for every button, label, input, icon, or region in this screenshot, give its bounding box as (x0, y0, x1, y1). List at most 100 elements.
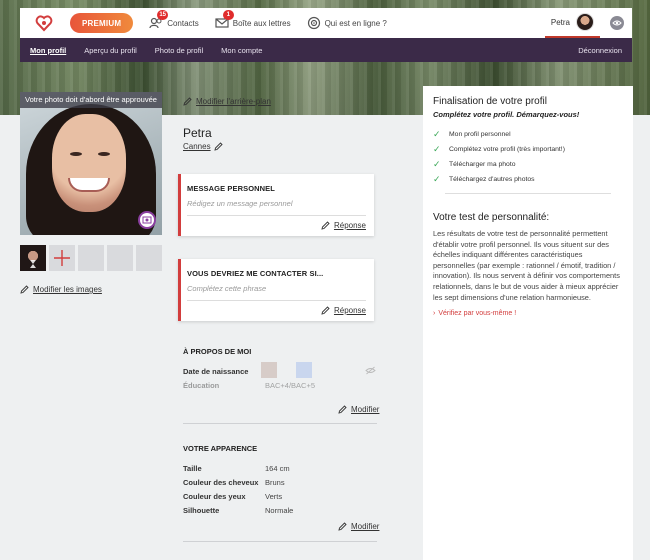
about-me-title: À PROPOS DE MOI (183, 347, 252, 356)
checklist-label: Complétez votre profil (très important!) (449, 146, 565, 153)
row-key: Taille (183, 464, 202, 473)
nav-mailbox[interactable]: 1 Boîte aux lettres (215, 10, 291, 30)
row-value: Bruns (265, 478, 285, 487)
empty-photo-slot[interactable] (78, 245, 104, 271)
row-key: Date de naissance (183, 367, 249, 376)
logout-link[interactable]: Déconnexion (578, 46, 622, 55)
about-row-birthdate: Date de naissance (183, 367, 265, 376)
modify-background-link[interactable]: Modifier l'arrière-plan (183, 97, 271, 106)
pencil-icon (213, 142, 223, 151)
profile-name: Petra (183, 126, 212, 140)
modify-about-link[interactable]: Modifier (338, 405, 379, 414)
pencil-icon (338, 405, 347, 414)
verify-label: Vérifiez par vous-même ! (438, 310, 517, 318)
divider (445, 193, 611, 194)
modify-label: Modifier (351, 405, 380, 414)
card-placeholder: Rédigez un message personnel (187, 199, 366, 216)
subnav-profile-photo[interactable]: Photo de profil (155, 38, 203, 62)
row-key: Éducation (183, 381, 220, 390)
subnav-profile-preview[interactable]: Aperçu du profil (84, 38, 137, 62)
card-placeholder: Complétez cette phrase (187, 284, 366, 301)
mailbox-label: Boîte aux lettres (232, 18, 291, 28)
photo-thumbnails (20, 245, 162, 271)
row-value: BAC+4/BAC+5 (265, 381, 316, 390)
divider (183, 541, 377, 542)
user-menu[interactable]: Petra (544, 8, 600, 38)
card-title: VOUS DEVRIEZ ME CONTACTER SI... (187, 269, 324, 278)
contacts-label: Contacts (167, 18, 199, 28)
divider (183, 423, 377, 424)
appearance-row-hair: Couleur des cheveux Bruns (183, 478, 285, 487)
completion-title: Finalisation de votre profil (433, 96, 547, 107)
card-title: MESSAGE PERSONNEL (187, 184, 275, 193)
profile-subnav: Mon profil Aperçu du profil Photo de pro… (20, 38, 632, 62)
row-key: Couleur des yeux (183, 492, 246, 501)
appearance-row-height: Taille 164 cm (183, 464, 290, 473)
modify-images-label: Modifier les images (33, 285, 102, 294)
check-icon: ✓ (433, 174, 441, 184)
photo-eye (70, 152, 82, 156)
nav-online[interactable]: Qui est en ligne ? (307, 16, 387, 30)
check-icon: ✓ (433, 159, 441, 169)
reply-label: Réponse (333, 221, 366, 230)
checklist-item[interactable]: ✓ Télécharger ma photo (433, 159, 623, 170)
photo-edit-icon[interactable] (138, 211, 156, 229)
subnav-my-account[interactable]: Mon compte (221, 38, 262, 62)
checklist-item[interactable]: ✓ Complétez votre profil (très important!… (433, 144, 623, 155)
color-swatch (296, 362, 312, 378)
row-key: Couleur des cheveux (183, 478, 259, 487)
user-name: Petra (550, 17, 570, 27)
empty-photo-slot[interactable] (107, 245, 133, 271)
reply-link[interactable]: Réponse (187, 306, 366, 315)
modify-images-link[interactable]: Modifier les images (20, 285, 102, 294)
personality-test-description: Les résultats de votre test de personnal… (433, 229, 620, 302)
modify-background-label: Modifier l'arrière-plan (196, 97, 271, 106)
top-navigation-bar: PREMIUM 15 Contacts 1 Boîte aux lettres … (20, 8, 632, 38)
avatar (576, 13, 594, 31)
profile-photo[interactable]: Votre photo doit d'abord être approuvée (20, 92, 162, 235)
completion-checklist: ✓ Mon profil personnel ✓ Complétez votre p… (433, 129, 623, 185)
row-key: Silhouette (183, 506, 220, 515)
photo-thumbnail[interactable] (20, 245, 46, 271)
photo-eye (98, 152, 110, 156)
pencil-icon (183, 97, 192, 106)
pencil-icon (20, 285, 29, 294)
modify-appearance-link[interactable]: Modifier (338, 522, 379, 531)
mailbox-count-badge: 1 (222, 10, 234, 20)
hidden-eye-icon[interactable] (365, 366, 376, 377)
checklist-item[interactable]: ✓ Téléchargez d'autres photos (433, 174, 623, 185)
reply-link[interactable]: Réponse (187, 221, 366, 230)
about-row-education: Éducation BAC+4/BAC+5 (183, 381, 315, 390)
pencil-icon (338, 522, 347, 531)
profile-completion-panel: Finalisation de votre profil Complétez v… (423, 86, 633, 560)
checklist-item[interactable]: ✓ Mon profil personnel (433, 129, 623, 140)
appearance-title: VOTRE APPARENCE (183, 444, 258, 453)
checklist-label: Téléchargez d'autres photos (449, 176, 535, 183)
online-label: Qui est en ligne ? (324, 18, 387, 28)
row-value: Verts (265, 492, 283, 501)
subnav-my-profile[interactable]: Mon profil (30, 38, 66, 62)
check-icon: ✓ (433, 144, 441, 154)
empty-photo-slot[interactable] (136, 245, 162, 271)
verify-link[interactable]: › Vérifiez par vous-même ! (433, 310, 623, 317)
photo-face (52, 114, 126, 212)
check-icon: ✓ (433, 129, 441, 139)
chevron-right-icon: › (433, 310, 436, 318)
personal-message-card[interactable]: MESSAGE PERSONNEL Rédigez un message per… (178, 174, 374, 236)
contacts-icon: 15 (149, 10, 169, 30)
checklist-label: Mon profil personnel (449, 131, 511, 138)
heart-logo-icon[interactable] (34, 13, 54, 33)
reply-label: Réponse (333, 306, 366, 315)
modify-label: Modifier (351, 522, 380, 531)
nav-contacts[interactable]: 15 Contacts (149, 10, 199, 30)
visibility-eye-icon[interactable] (610, 16, 624, 30)
row-value: Normale (265, 506, 294, 515)
completion-subtitle: Complétez votre profil. Démarquez-vous! (433, 110, 580, 119)
checklist-label: Télécharger ma photo (449, 161, 516, 168)
add-photo-plus-icon[interactable] (49, 245, 75, 271)
premium-button[interactable]: PREMIUM (70, 13, 134, 33)
contact-me-if-card[interactable]: VOUS DEVRIEZ ME CONTACTER SI... Compléte… (178, 259, 374, 321)
pencil-icon (321, 221, 330, 230)
profile-city-link[interactable]: Cannes (183, 142, 223, 151)
photo-approval-notice: Votre photo doit d'abord être approuvée (20, 92, 162, 108)
